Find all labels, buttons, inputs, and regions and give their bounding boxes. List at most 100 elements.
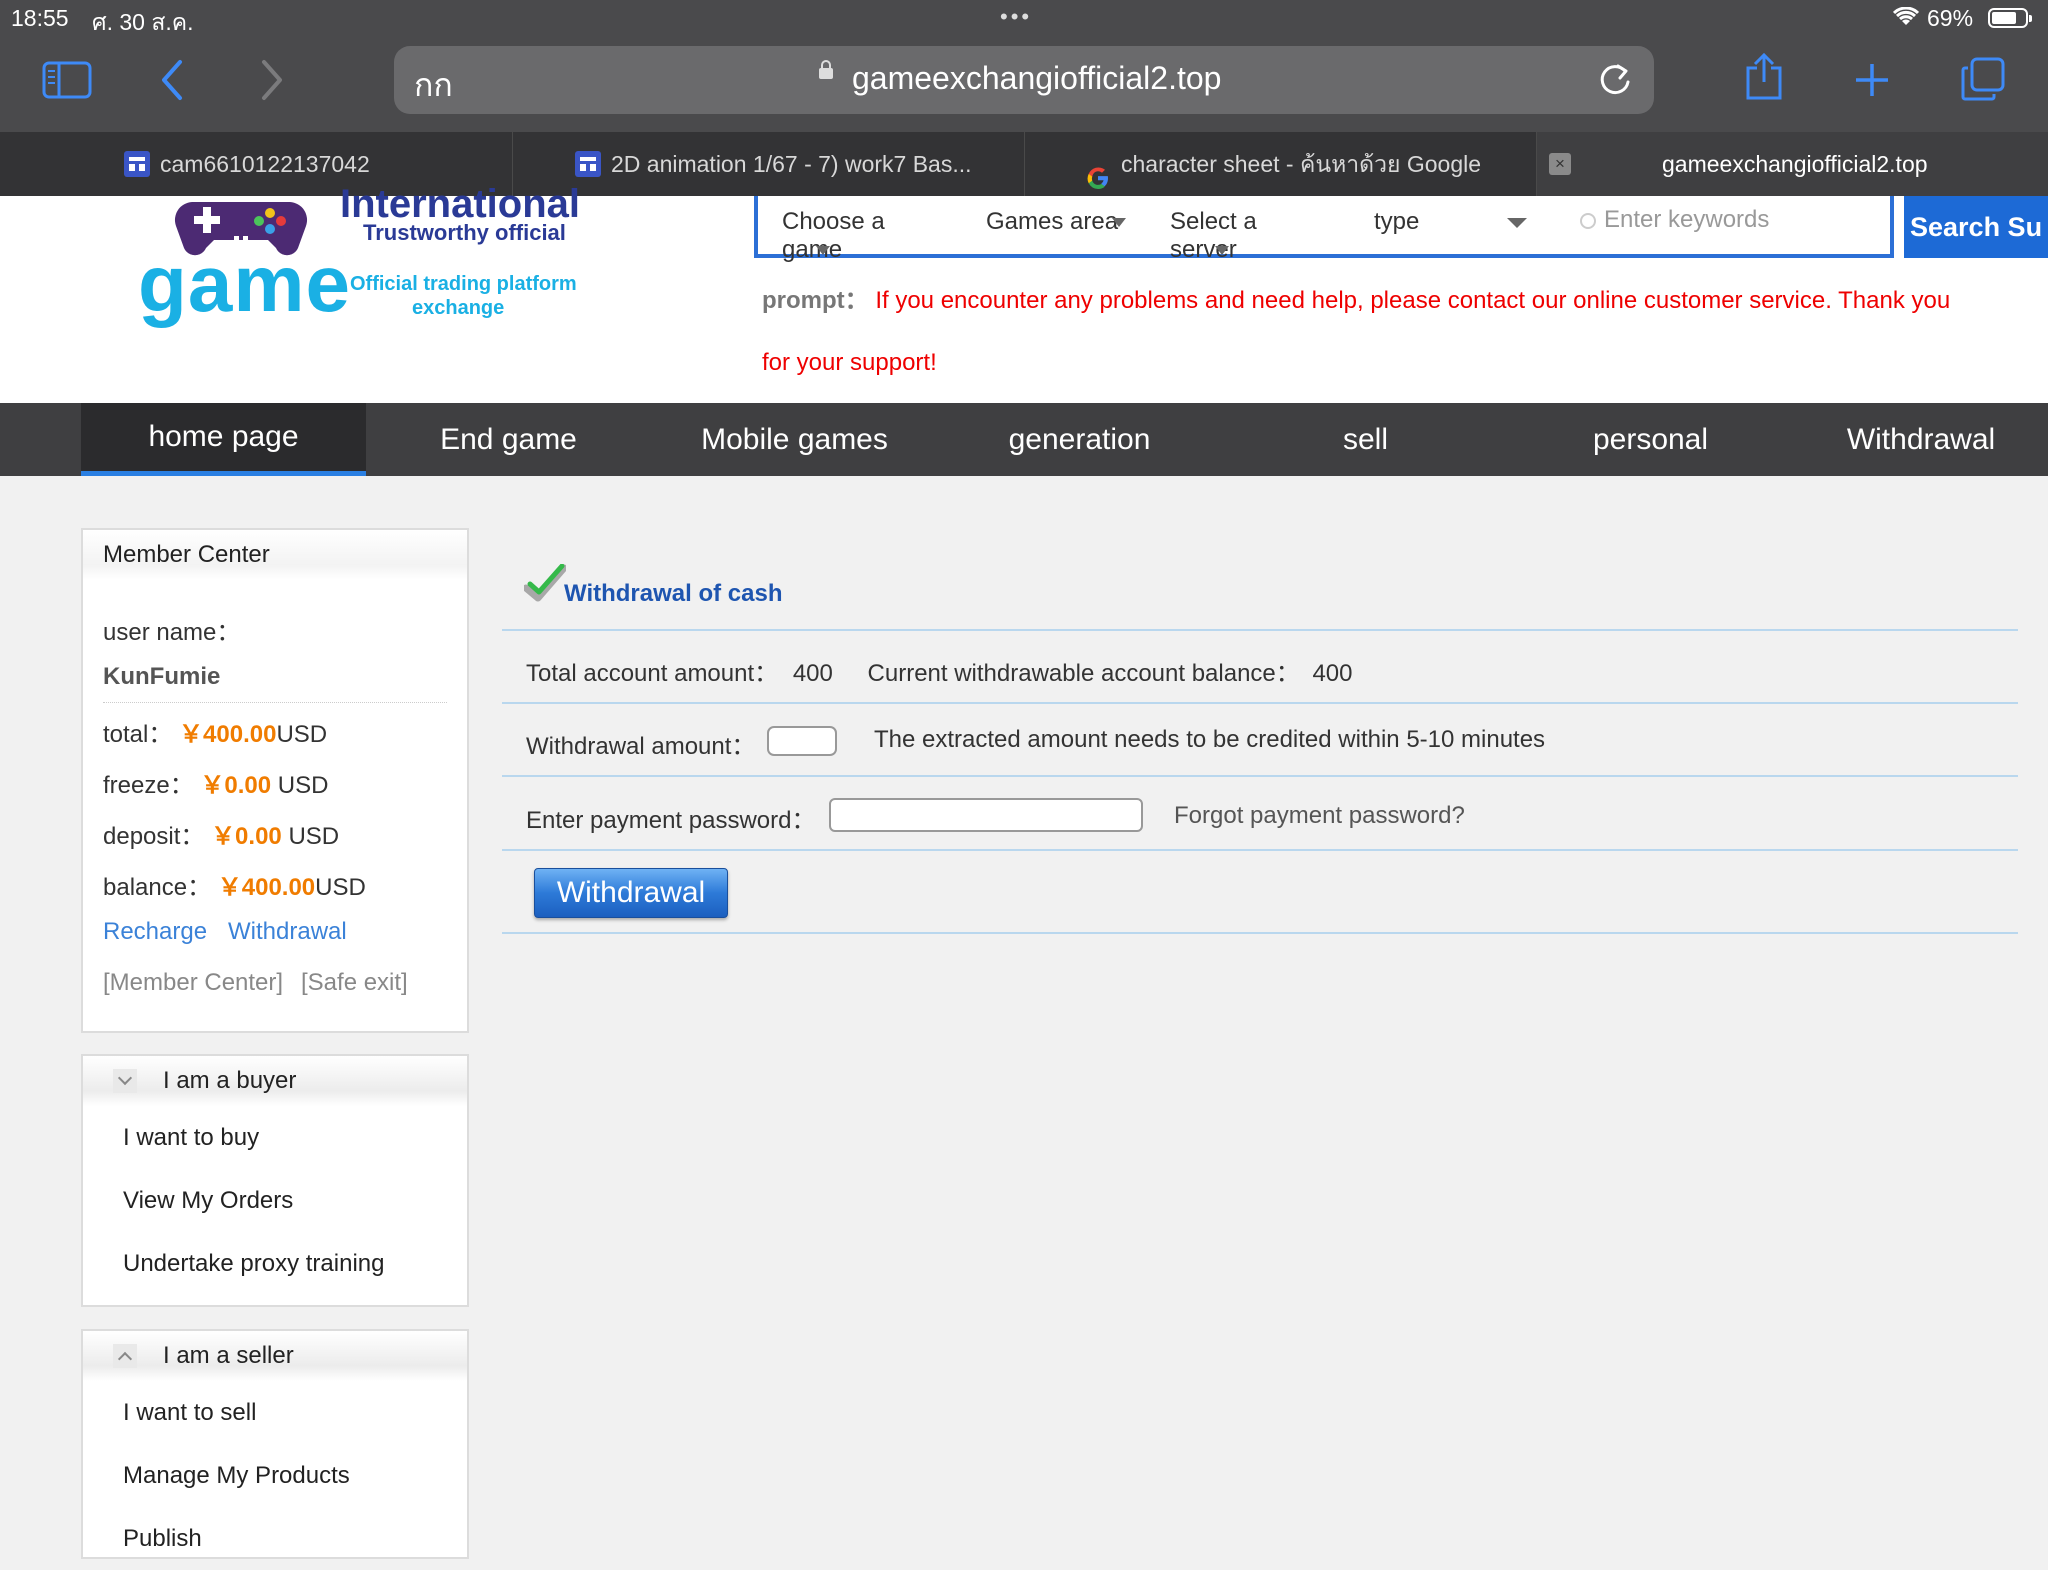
server-label: Select a server (1170, 208, 1257, 263)
tab-2d-animation[interactable]: 2D animation 1/67 - 7) work7 Bas... (513, 132, 1025, 196)
google-favicon-icon (1085, 151, 1111, 189)
dropdown-caret-icon (816, 246, 831, 256)
status-date: ศ. 30 ส.ค. (92, 9, 194, 35)
balance-row: balance： ￥400.00USD (103, 867, 366, 902)
close-tab-icon[interactable]: × (1549, 153, 1571, 175)
type-select[interactable]: type (1374, 208, 1528, 236)
divider (502, 629, 2018, 631)
chevron-up-icon[interactable] (113, 1344, 137, 1368)
tab-character-sheet[interactable]: character sheet - ค้นหาด้วย Google (1025, 132, 1537, 196)
share-icon[interactable] (1744, 52, 1784, 107)
server-select[interactable]: Select a server (1170, 208, 1322, 264)
menu-item-view-orders[interactable]: View My Orders (83, 1169, 467, 1232)
multitasking-dots-icon[interactable]: ••• (1000, 4, 1032, 30)
nav-end-game[interactable]: End game (366, 403, 651, 476)
games-area-select[interactable]: Games area (986, 208, 1127, 236)
logo-platform: Official trading platform (350, 273, 577, 295)
tab-bar: cam6610122137042 2D animation 1/67 - 7) … (0, 132, 2048, 196)
type-label: type (1374, 208, 1420, 235)
freeze-label: freeze： (103, 772, 194, 799)
browser-toolbar: กก gameexchangiofficial2.top (0, 38, 2048, 132)
recharge-link[interactable]: Recharge (103, 918, 207, 946)
forgot-password-link[interactable]: Forgot payment password? (1174, 802, 1465, 830)
address-bar[interactable]: กก gameexchangiofficial2.top (394, 46, 1654, 114)
withdrawal-amount-input[interactable] (767, 726, 837, 756)
logo-game-word: game (138, 239, 351, 328)
back-icon[interactable] (160, 58, 184, 107)
docs-favicon-icon (124, 150, 150, 177)
game-search-bar: Choose a game Games area Select a server… (754, 196, 1894, 263)
menu-item-manage-products[interactable]: Manage My Products (83, 1444, 467, 1507)
balance-label: balance： (103, 874, 212, 901)
forward-icon[interactable] (260, 58, 284, 107)
deposit-amount: ￥0.00 (211, 823, 282, 850)
nav-generation[interactable]: generation (937, 403, 1222, 476)
nav-withdrawal[interactable]: Withdrawal (1794, 403, 2048, 476)
tab-title: gameexchangiofficial2.top (1662, 151, 1928, 177)
nav-mobile-games[interactable]: Mobile games (652, 403, 937, 476)
username-label: user name： (103, 619, 241, 646)
divider (502, 849, 2018, 851)
withdrawal-submit-button[interactable]: Withdrawal (534, 868, 728, 918)
payment-password-input[interactable] (829, 798, 1143, 832)
nav-personal[interactable]: personal (1508, 403, 1793, 476)
seller-menu-title: I am a seller (163, 1342, 294, 1369)
divider (502, 932, 2018, 934)
reader-aa-button[interactable]: กก (414, 60, 453, 111)
tab-title: 2D animation 1/67 - 7) work7 Bas... (611, 151, 972, 177)
total-amount: ￥400.00 (179, 721, 277, 748)
main-nav: home page End game Mobile games generati… (0, 403, 2048, 476)
buyer-menu-title: I am a buyer (163, 1067, 297, 1094)
url-text[interactable]: gameexchangiofficial2.top (852, 60, 1221, 97)
menu-item-proxy-training[interactable]: Undertake proxy training (83, 1232, 467, 1295)
total-row: total： ￥400.00USD (103, 714, 327, 749)
buyer-menu-header[interactable]: I am a buyer (83, 1056, 467, 1106)
deposit-row: deposit： ￥0.00 USD (103, 816, 339, 851)
member-center-link[interactable]: [Member Center] (103, 969, 283, 997)
nav-sell[interactable]: sell (1223, 403, 1508, 476)
site-logo[interactable]: International Trustworthy official game … (138, 182, 608, 346)
seller-menu-header[interactable]: I am a seller (83, 1331, 467, 1381)
chevron-down-icon[interactable] (113, 1069, 137, 1093)
divider (502, 775, 2018, 777)
divider (502, 702, 2018, 704)
withdrawal-amount-label: Withdrawal amount： (526, 733, 756, 760)
search-icon (1580, 212, 1596, 229)
new-tab-icon[interactable] (1852, 60, 1892, 105)
search-button[interactable]: Search Su (1904, 196, 2048, 258)
dropdown-caret-icon (1507, 217, 1528, 228)
menu-item-publish[interactable]: Publish (83, 1507, 467, 1570)
current-balance-value: 400 (1312, 660, 1353, 687)
member-center-title: Member Center (83, 530, 467, 580)
total-account-value: 400 (792, 660, 833, 687)
choose-game-select[interactable]: Choose a game (782, 208, 939, 264)
dropdown-caret-icon (1214, 246, 1229, 256)
freeze-row: freeze： ￥0.00 USD (103, 765, 328, 800)
tab-overview-icon[interactable] (1960, 56, 2006, 107)
prompt-text: If you encounter any problems and need h… (762, 287, 1951, 376)
status-bar: 18:55 ศ. 30 ส.ค. ••• 69% (0, 0, 2048, 38)
reload-icon[interactable] (1598, 58, 1632, 103)
keyword-input[interactable]: Enter keywords (1580, 206, 1769, 234)
tab-gameexchangi[interactable]: × gameexchangiofficial2.top (1537, 132, 2048, 196)
status-time: 18:55 (11, 5, 69, 31)
dropdown-caret-icon (1112, 218, 1127, 228)
freeze-unit: USD (271, 772, 329, 799)
logo-exchange: exchange (412, 297, 505, 319)
prompt-label: prompt： (762, 287, 869, 314)
site-header: International Trustworthy official game … (0, 182, 2048, 403)
total-unit: USD (276, 721, 328, 748)
prompt-notice: prompt： If you encounter any problems an… (762, 270, 1982, 394)
username-value: KunFumie (103, 663, 221, 690)
current-balance-label: Current withdrawable account balance： (867, 660, 1300, 687)
sidebar-icon[interactable] (42, 60, 92, 105)
logo-trustworthy: Trustworthy official (363, 220, 566, 245)
payment-password-label: Enter payment password： (526, 807, 816, 834)
nav-home-page[interactable]: home page (81, 403, 366, 476)
safe-exit-link[interactable]: [Safe exit] (301, 969, 408, 997)
menu-item-want-to-buy[interactable]: I want to buy (83, 1106, 467, 1169)
deposit-unit: USD (281, 823, 340, 850)
tab-title: cam6610122137042 (160, 151, 370, 177)
withdrawal-link[interactable]: Withdrawal (228, 918, 347, 946)
menu-item-want-to-sell[interactable]: I want to sell (83, 1381, 467, 1444)
